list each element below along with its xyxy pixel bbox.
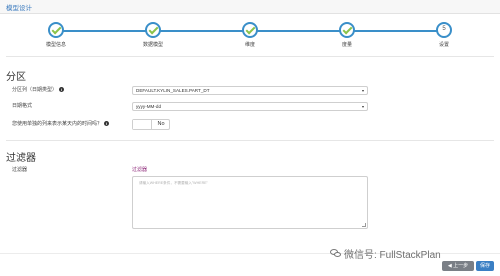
step-label: 度量 [341,42,352,48]
date-format-select[interactable]: yyyy-MM-dd [132,102,368,111]
check-icon [242,22,258,38]
filter-label: 过滤器 [12,167,28,173]
step-settings[interactable]: 5 设置 [414,22,474,48]
step-model-info[interactable]: 模型信息 [26,22,86,48]
step-number-circle: 5 [436,22,452,38]
check-icon [145,22,161,38]
wizard-steps: 模型信息 数据模型 维度 度量 5 设置 [0,18,500,48]
page-title: 模型设计 [6,5,32,12]
divider [6,140,494,141]
date-format-value: yyyy-MM-dd [136,104,162,109]
step-dimensions[interactable]: 维度 [220,22,280,48]
header-bar: 模型设计 [0,0,500,14]
wechat-icon [330,249,341,258]
step-data-model[interactable]: 数据模型 [123,22,183,48]
save-button[interactable]: 保存 [476,261,494,271]
date-format-label: 日期格式 [12,103,33,109]
step-label: 数据模型 [142,42,163,48]
step-label: 设置 [438,42,449,48]
separate-time-column-label: 您使用单独的列来表示某天内的时间吗？ i [12,120,110,127]
filter-section-title: 过滤器 [6,153,36,164]
partition-column-select[interactable]: DEFAULT.KYLIN_SALES.PART_DT [132,86,368,95]
info-icon[interactable]: i [104,121,110,127]
info-icon[interactable]: i [59,87,65,93]
separate-time-column-toggle[interactable]: No [132,119,170,130]
step-label: 维度 [244,42,255,48]
separate-time-column-label-text: 您使用单独的列来表示某天内的时间吗？ [12,121,103,127]
toggle-handle [133,120,152,129]
resize-grip-icon[interactable] [362,223,366,227]
chevron-down-icon [362,106,364,108]
check-icon [339,22,355,38]
check-icon [48,22,64,38]
partition-section-title: 分区 [6,72,26,83]
watermark-text: 微信号: FullStackPlan [344,250,441,261]
step-measures[interactable]: 度量 [317,22,377,48]
filter-field-label: 过滤器 [132,167,148,173]
toggle-value: No [157,121,165,127]
arrow-left-icon: ◀ [447,263,452,269]
chevron-down-icon [362,90,364,92]
previous-step-label: 上一步 [453,263,469,269]
filter-textarea[interactable]: 请输入WHERE条件，不需要输入"WHERE" [132,176,368,229]
partition-column-label: 分区列（日期类型） i [12,86,65,93]
filter-placeholder: 请输入WHERE条件，不需要输入"WHERE" [139,181,208,185]
step-number: 5 [442,26,446,32]
partition-column-value: DEFAULT.KYLIN_SALES.PART_DT [136,88,210,93]
divider [6,56,494,57]
watermark: 微信号: FullStackPlan [330,246,441,261]
partition-column-label-text: 分区列（日期类型） [12,87,58,93]
step-label: 模型信息 [45,42,66,48]
previous-step-button[interactable]: ◀ 上一步 [442,261,474,271]
